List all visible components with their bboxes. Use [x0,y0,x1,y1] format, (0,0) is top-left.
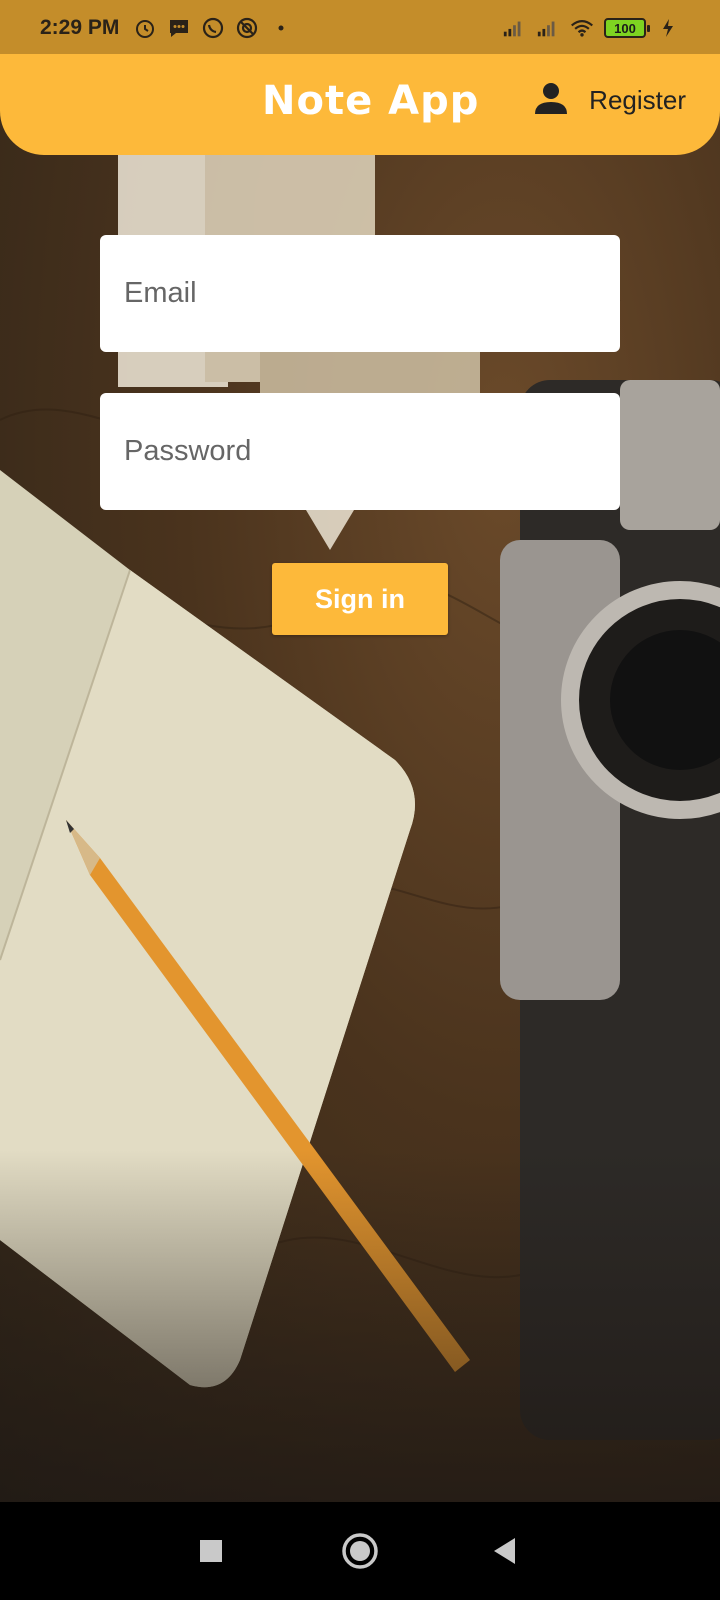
status-bar: 2:29 PM 100 [0,0,720,56]
dot-icon [269,16,293,40]
app-bar: Note App Register [0,54,720,155]
register-button[interactable]: Register [533,80,686,121]
wifi-icon [570,16,594,40]
signal-icon [502,16,526,40]
battery-icon: 100 [604,18,650,38]
person-icon [533,80,569,121]
charging-icon [656,16,680,40]
register-label: Register [589,85,686,115]
signal-icon [536,16,560,40]
password-input[interactable] [100,393,620,510]
status-right-icons: 100 [502,16,680,40]
back-triangle-icon[interactable] [482,1528,528,1574]
background-image [0,0,720,1502]
battery-level: 100 [614,20,636,36]
alarm-icon [133,16,157,40]
background-scene [0,152,720,1502]
square-icon[interactable] [188,1528,234,1574]
status-time: 2:29 PM [40,16,120,39]
message-icon [167,16,191,40]
status-left-icons [133,16,293,40]
signin-button[interactable]: Sign in [272,563,448,635]
app-title: Note App [262,78,480,124]
navigation-bar [0,1502,720,1600]
whatsapp-icon [201,16,225,40]
circle-icon[interactable] [337,1528,383,1574]
data-saver-icon [235,16,259,40]
email-input[interactable] [100,235,620,352]
